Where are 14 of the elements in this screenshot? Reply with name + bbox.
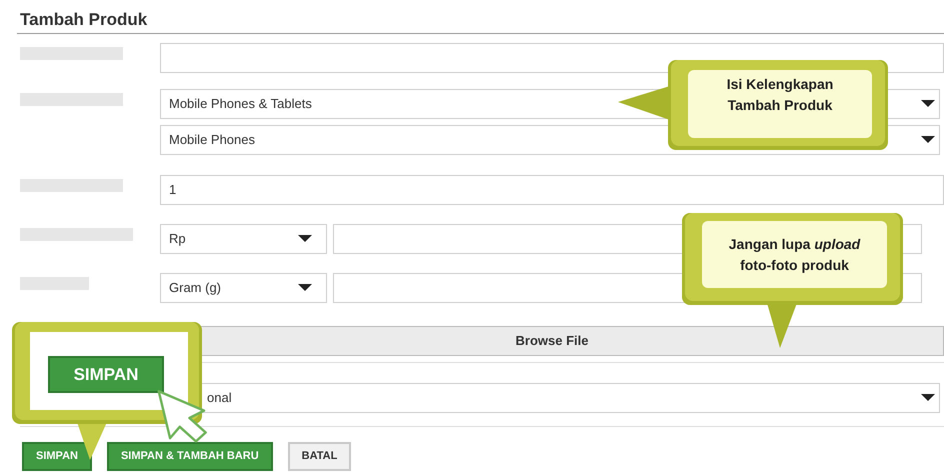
tooltip-text: Jangan lupa upload foto-foto produk [728, 234, 862, 275]
redacted-label [20, 277, 89, 290]
caret-icon [298, 235, 312, 243]
page-title: Tambah Produk [20, 9, 148, 31]
save-button[interactable]: SIMPAN & TAMBAH BARU [106, 442, 273, 471]
input-field[interactable]: 1 [160, 175, 944, 205]
caret-icon [298, 284, 312, 292]
caret-icon [921, 394, 935, 402]
caret-icon [921, 136, 935, 144]
cancel-button[interactable]: BATAL [288, 442, 352, 471]
save-button[interactable]: SIMPAN [22, 442, 92, 471]
caret-icon [921, 100, 935, 108]
dropdown[interactable]: Gram (g) [160, 273, 327, 303]
dropdown[interactable]: Rp [160, 224, 327, 254]
